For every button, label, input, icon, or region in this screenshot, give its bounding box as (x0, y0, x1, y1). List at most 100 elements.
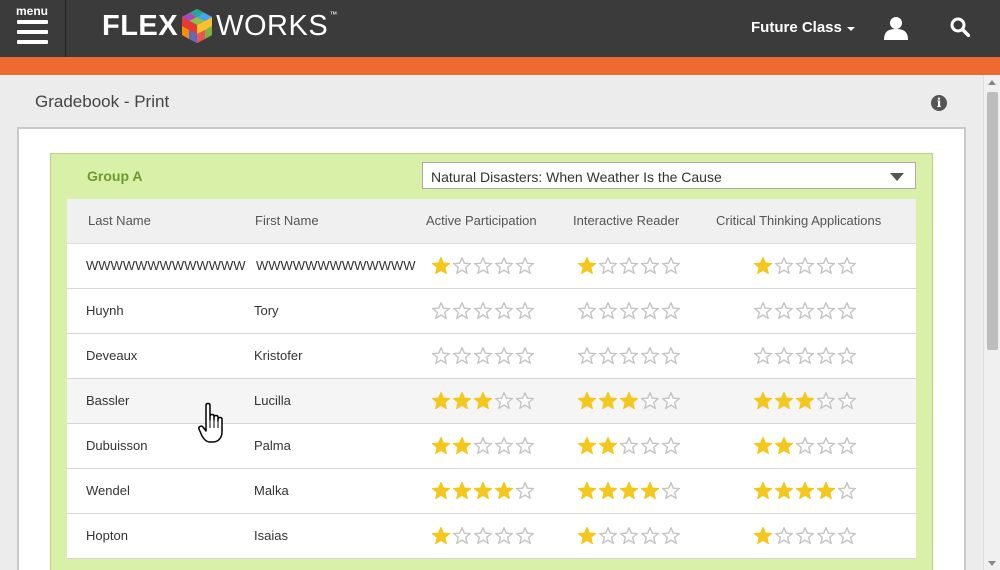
star-empty-icon[interactable] (495, 437, 516, 455)
star-filled-icon[interactable] (432, 392, 453, 410)
star-empty-icon[interactable] (838, 347, 859, 365)
star-empty-icon[interactable] (838, 302, 859, 320)
star-empty-icon[interactable] (578, 347, 599, 365)
star-filled-icon[interactable] (578, 392, 599, 410)
star-empty-icon[interactable] (474, 302, 495, 320)
star-rating[interactable] (754, 302, 859, 320)
star-empty-icon[interactable] (641, 392, 662, 410)
flexworks-logo[interactable]: FLEX WORKS ™ (102, 6, 337, 46)
table-row[interactable]: Bassler Lucilla (67, 379, 916, 424)
star-empty-icon[interactable] (516, 257, 537, 275)
star-rating[interactable] (578, 347, 683, 365)
star-filled-icon[interactable] (599, 482, 620, 500)
star-rating[interactable] (432, 527, 537, 545)
column-header-last-name[interactable]: Last Name (88, 213, 151, 228)
star-filled-icon[interactable] (775, 392, 796, 410)
star-filled-icon[interactable] (495, 482, 516, 500)
table-row[interactable]: Wendel Malka (67, 469, 916, 514)
scroll-up-arrow-icon[interactable] (988, 80, 996, 85)
star-empty-icon[interactable] (838, 257, 859, 275)
star-empty-icon[interactable] (453, 257, 474, 275)
column-header-first-name[interactable]: First Name (255, 213, 319, 228)
column-header-interactive-reader[interactable]: Interactive Reader (573, 213, 679, 228)
star-filled-icon[interactable] (754, 257, 775, 275)
star-empty-icon[interactable] (796, 437, 817, 455)
star-empty-icon[interactable] (474, 257, 495, 275)
scrollbar-thumb[interactable] (987, 92, 998, 350)
star-rating[interactable] (432, 392, 537, 410)
star-filled-icon[interactable] (754, 482, 775, 500)
star-filled-icon[interactable] (432, 527, 453, 545)
star-filled-icon[interactable] (775, 437, 796, 455)
star-empty-icon[interactable] (754, 302, 775, 320)
star-rating[interactable] (432, 302, 537, 320)
star-filled-icon[interactable] (432, 257, 453, 275)
star-filled-icon[interactable] (432, 482, 453, 500)
star-empty-icon[interactable] (516, 392, 537, 410)
star-rating[interactable] (432, 257, 537, 275)
star-empty-icon[interactable] (620, 527, 641, 545)
menu-button[interactable]: menu (0, 0, 66, 57)
table-row[interactable]: Dubuisson Palma (67, 424, 916, 469)
star-filled-icon[interactable] (578, 482, 599, 500)
star-empty-icon[interactable] (838, 482, 859, 500)
star-empty-icon[interactable] (662, 482, 683, 500)
star-rating[interactable] (578, 527, 683, 545)
star-empty-icon[interactable] (775, 302, 796, 320)
star-empty-icon[interactable] (495, 302, 516, 320)
star-empty-icon[interactable] (432, 302, 453, 320)
star-empty-icon[interactable] (662, 527, 683, 545)
star-empty-icon[interactable] (838, 392, 859, 410)
star-empty-icon[interactable] (495, 257, 516, 275)
star-empty-icon[interactable] (516, 437, 537, 455)
star-rating[interactable] (754, 257, 859, 275)
star-empty-icon[interactable] (838, 437, 859, 455)
star-rating[interactable] (754, 347, 859, 365)
star-empty-icon[interactable] (599, 302, 620, 320)
user-icon[interactable] (884, 16, 908, 40)
star-empty-icon[interactable] (474, 347, 495, 365)
star-empty-icon[interactable] (495, 347, 516, 365)
star-filled-icon[interactable] (453, 482, 474, 500)
star-filled-icon[interactable] (754, 437, 775, 455)
star-rating[interactable] (754, 527, 859, 545)
search-icon[interactable] (950, 17, 970, 37)
column-header-active-participation[interactable]: Active Participation (426, 213, 537, 228)
star-rating[interactable] (754, 392, 859, 410)
star-empty-icon[interactable] (796, 347, 817, 365)
star-empty-icon[interactable] (495, 527, 516, 545)
star-empty-icon[interactable] (754, 347, 775, 365)
star-empty-icon[interactable] (662, 392, 683, 410)
star-empty-icon[interactable] (599, 257, 620, 275)
star-filled-icon[interactable] (599, 437, 620, 455)
star-filled-icon[interactable] (599, 392, 620, 410)
star-empty-icon[interactable] (599, 347, 620, 365)
star-rating[interactable] (578, 257, 683, 275)
star-rating[interactable] (578, 482, 683, 500)
class-selector[interactable]: Future Class (751, 19, 855, 36)
star-empty-icon[interactable] (775, 527, 796, 545)
star-empty-icon[interactable] (453, 302, 474, 320)
star-empty-icon[interactable] (662, 437, 683, 455)
star-empty-icon[interactable] (620, 437, 641, 455)
star-empty-icon[interactable] (817, 392, 838, 410)
star-rating[interactable] (754, 482, 859, 500)
star-filled-icon[interactable] (754, 527, 775, 545)
star-rating[interactable] (578, 392, 683, 410)
star-empty-icon[interactable] (796, 257, 817, 275)
star-empty-icon[interactable] (516, 527, 537, 545)
column-header-critical-thinking[interactable]: Critical Thinking Applications (716, 213, 881, 228)
info-icon[interactable]: i (931, 95, 947, 111)
star-filled-icon[interactable] (641, 482, 662, 500)
star-rating[interactable] (754, 437, 859, 455)
table-row[interactable]: Huynh Tory (67, 289, 916, 334)
star-filled-icon[interactable] (474, 392, 495, 410)
star-empty-icon[interactable] (796, 527, 817, 545)
star-empty-icon[interactable] (817, 437, 838, 455)
star-rating[interactable] (432, 347, 537, 365)
unit-dropdown[interactable]: Natural Disasters: When Weather Is the C… (422, 162, 916, 189)
star-empty-icon[interactable] (662, 347, 683, 365)
star-filled-icon[interactable] (578, 257, 599, 275)
table-row[interactable]: Deveaux Kristofer (67, 334, 916, 379)
star-filled-icon[interactable] (817, 482, 838, 500)
